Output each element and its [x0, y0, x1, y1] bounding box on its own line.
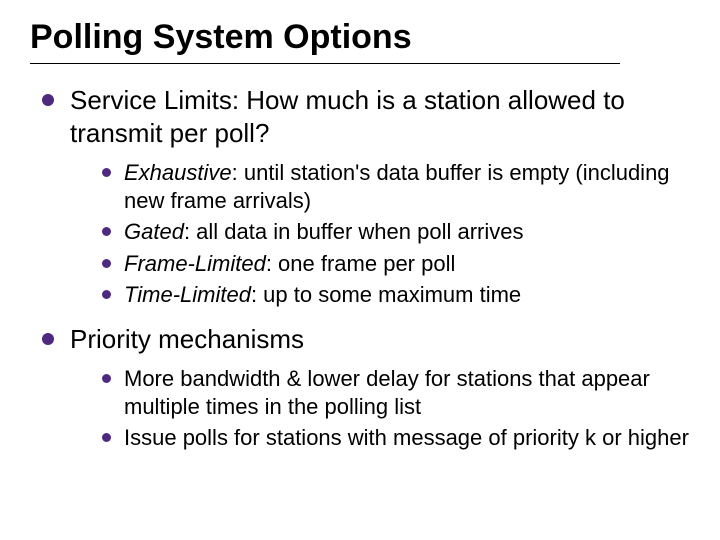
term: Time-Limited	[124, 282, 251, 307]
term: Gated	[124, 219, 184, 244]
sub-bullet: Issue polls for stations with message of…	[96, 424, 690, 452]
sub-bullet: Exhaustive: until station's data buffer …	[96, 159, 690, 214]
definition: : all data in buffer when poll arrives	[184, 219, 524, 244]
definition: : up to some maximum time	[251, 282, 521, 307]
sub-bullet: Time-Limited: up to some maximum time	[96, 281, 690, 309]
bullet-priority: Priority mechanisms More bandwidth & low…	[36, 323, 690, 452]
bullet-text: Priority mechanisms	[70, 324, 304, 354]
sub-list-priority: More bandwidth & lower delay for station…	[70, 365, 690, 452]
definition: : one frame per poll	[266, 251, 456, 276]
title-underline	[30, 63, 620, 64]
term: Exhaustive	[124, 160, 232, 185]
bullet-list: Service Limits: How much is a station al…	[30, 84, 690, 452]
page-title: Polling System Options	[30, 18, 690, 57]
term: Frame-Limited	[124, 251, 266, 276]
sub-bullet-text: Issue polls for stations with message of…	[124, 425, 689, 450]
sub-bullet: Frame-Limited: one frame per poll	[96, 250, 690, 278]
bullet-text: Service Limits: How much is a station al…	[70, 85, 625, 148]
sub-list-service: Exhaustive: until station's data buffer …	[70, 159, 690, 309]
sub-bullet: More bandwidth & lower delay for station…	[96, 365, 690, 420]
bullet-service-limits: Service Limits: How much is a station al…	[36, 84, 690, 309]
slide: Polling System Options Service Limits: H…	[0, 0, 720, 540]
sub-bullet-text: More bandwidth & lower delay for station…	[124, 366, 650, 419]
sub-bullet: Gated: all data in buffer when poll arri…	[96, 218, 690, 246]
